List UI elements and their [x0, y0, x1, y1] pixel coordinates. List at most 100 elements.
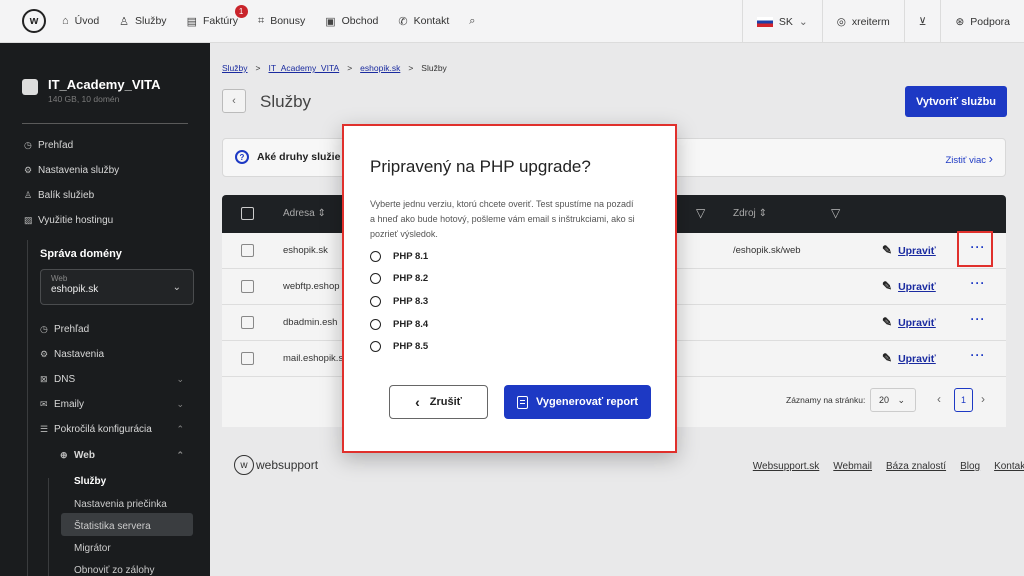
row-address: dbadmin.esh: [283, 317, 338, 328]
sidebar-item-emails[interactable]: ✉ Emaily ⌄: [40, 399, 194, 410]
sidebar-item-domain-overview[interactable]: ◷ Prehľad: [40, 324, 194, 335]
websupport-logo-icon: w: [234, 455, 254, 475]
per-page-select[interactable]: 20 ⌄: [870, 388, 916, 412]
sidebar-item-advanced-config[interactable]: ☰ Pokročilá konfigurácia ⌃: [40, 424, 194, 435]
nav-invoices[interactable]: ▤ Faktúry 1: [186, 4, 248, 28]
package-icon: ♙: [24, 190, 33, 200]
breadcrumb-account[interactable]: IT_Academy_VITA: [268, 63, 339, 73]
more-actions-icon[interactable]: ···: [967, 240, 989, 258]
dialog-description: Vyberte jednu verziu, ktorú chcete overi…: [370, 199, 635, 239]
more-actions-icon[interactable]: ···: [967, 276, 989, 294]
nav-home[interactable]: ⌂ Úvod: [62, 15, 99, 27]
user-menu[interactable]: ◎ xreiterm: [821, 0, 904, 43]
breadcrumb-services[interactable]: Služby: [222, 63, 248, 73]
nav-bonuses[interactable]: ⌗ Bonusy: [258, 15, 305, 28]
per-page-label: Záznamy na stránku:: [786, 395, 866, 405]
invoices-badge: 1: [234, 4, 248, 18]
row-checkbox[interactable]: [241, 316, 254, 329]
overview-icon: ◷: [40, 324, 48, 334]
php-option-8-4[interactable]: PHP 8.4: [370, 319, 428, 330]
sidebar-item-migrator[interactable]: Migrátor: [74, 543, 111, 554]
divider: [22, 123, 188, 124]
row-checkbox[interactable]: [241, 280, 254, 293]
support-link[interactable]: ⊛ Podpora: [940, 0, 1024, 43]
user-icon: ◎: [836, 15, 846, 28]
search-icon[interactable]: ⌕: [469, 15, 481, 28]
chevron-left-icon: ‹: [415, 394, 420, 410]
radio-button[interactable]: [370, 319, 381, 330]
sidebar-item-package[interactable]: ♙ Balík služieb: [24, 190, 194, 201]
php-option-8-1[interactable]: PHP 8.1: [370, 251, 428, 262]
footer-link-websupport[interactable]: Websupport.sk: [753, 461, 820, 472]
filter-icon[interactable]: ▽: [831, 206, 840, 220]
edit-link[interactable]: ✎ Upraviť: [882, 351, 936, 365]
php-option-8-3[interactable]: PHP 8.3: [370, 296, 428, 307]
select-all-checkbox[interactable]: [241, 207, 254, 220]
sidebar-item-web[interactable]: ⊕ Web ⌃: [60, 450, 194, 461]
footer-link-blog[interactable]: Blog: [960, 461, 980, 472]
cart-icon: ⊻: [918, 15, 927, 28]
top-navigation: w ⌂ Úvod ♙ Služby ▤ Faktúry 1 ⌗ Bonusy ▣ Obcho…: [0, 0, 1024, 43]
sidebar-item-hosting-usage[interactable]: ▨ Využitie hostingu: [24, 215, 194, 226]
back-button[interactable]: ‹: [222, 89, 246, 113]
footer-link-knowledge-base[interactable]: Báza znalostí: [886, 461, 946, 472]
row-address: mail.eshopik.s: [283, 353, 344, 364]
sidebar-item-folder-settings[interactable]: Nastavenia priečinka: [74, 499, 167, 510]
row-checkbox[interactable]: [241, 352, 254, 365]
chevron-down-icon: ⌄: [172, 282, 181, 293]
sidebar-item-dns[interactable]: ⊠ DNS ⌄: [40, 374, 194, 385]
more-actions-icon[interactable]: ···: [967, 348, 989, 366]
radio-button[interactable]: [370, 341, 381, 352]
sidebar-item-server-stats[interactable]: Štatistika servera: [74, 521, 151, 532]
php-option-8-2[interactable]: PHP 8.2: [370, 273, 428, 284]
domain-management-title: Správa domény: [40, 248, 122, 260]
edit-link[interactable]: ✎ Upraviť: [882, 243, 936, 257]
generate-report-button[interactable]: Vygenerovať report: [504, 385, 651, 419]
globe-icon: ⊕: [60, 450, 68, 460]
filter-icon[interactable]: ▽: [696, 206, 705, 220]
pencil-icon: ✎: [882, 279, 893, 293]
websupport-logo-icon[interactable]: w: [22, 9, 46, 33]
radio-button[interactable]: [370, 296, 381, 307]
edit-link[interactable]: ✎ Upraviť: [882, 279, 936, 293]
breadcrumb-domain[interactable]: eshopik.sk: [360, 63, 400, 73]
chevron-down-icon: ⌄: [798, 15, 808, 28]
footer-logo[interactable]: w websupport: [234, 455, 318, 475]
learn-more-link[interactable]: Zistiť viac ›: [946, 151, 994, 166]
prev-page-icon[interactable]: ‹: [937, 392, 941, 406]
account-header[interactable]: IT_Academy_VITA 140 GB, 10 domén: [22, 77, 160, 104]
breadcrumb-current: Služby: [421, 63, 447, 73]
invoices-icon: ▤: [186, 15, 197, 28]
sidebar-item-restore-backup[interactable]: Obnoviť zo zálohy: [74, 565, 154, 576]
more-actions-icon[interactable]: ···: [967, 312, 989, 330]
edit-link[interactable]: ✎ Upraviť: [882, 315, 936, 329]
next-page-icon[interactable]: ›: [981, 392, 985, 406]
column-source[interactable]: Zdroj ⇕: [733, 208, 767, 219]
breadcrumb: Služby > IT_Academy_VITA > eshopik.sk > Slu…: [222, 63, 447, 73]
chevron-up-icon: ⌃: [176, 424, 184, 434]
sort-icon: ⇕: [317, 208, 326, 219]
gear-icon: ⚙: [24, 165, 33, 175]
footer-link-contact[interactable]: Kontakt: [994, 461, 1024, 472]
sidebar-item-settings[interactable]: ⚙ Nastavenia: [40, 349, 194, 360]
domain-select[interactable]: Web eshopik.sk ⌄: [40, 269, 194, 305]
sidebar-item-service-settings[interactable]: ⚙ Nastavenia služby: [24, 165, 194, 176]
language-selector[interactable]: SK ⌄: [741, 0, 822, 43]
row-address: webftp.eshop: [283, 281, 340, 292]
cart-button[interactable]: ⊻: [903, 0, 941, 43]
nav-contact[interactable]: ✆ Kontakt: [398, 15, 449, 28]
radio-button[interactable]: [370, 251, 381, 262]
php-option-8-5[interactable]: PHP 8.5: [370, 341, 428, 352]
column-address[interactable]: Adresa ⇕: [283, 208, 326, 219]
cancel-button[interactable]: ‹ Zrušiť: [389, 385, 488, 419]
nav-shop[interactable]: ▣ Obchod: [325, 15, 378, 28]
sidebar-item-services[interactable]: Služby: [74, 476, 106, 487]
mail-icon: ✉: [40, 399, 48, 409]
row-checkbox[interactable]: [241, 244, 254, 257]
current-page[interactable]: 1: [954, 388, 973, 412]
sidebar-item-overview[interactable]: ◷ Prehľad: [24, 140, 194, 151]
nav-services[interactable]: ♙ Služby: [119, 15, 166, 28]
create-service-button[interactable]: Vytvoriť službu: [905, 86, 1007, 117]
footer-link-webmail[interactable]: Webmail: [833, 461, 872, 472]
radio-button[interactable]: [370, 273, 381, 284]
